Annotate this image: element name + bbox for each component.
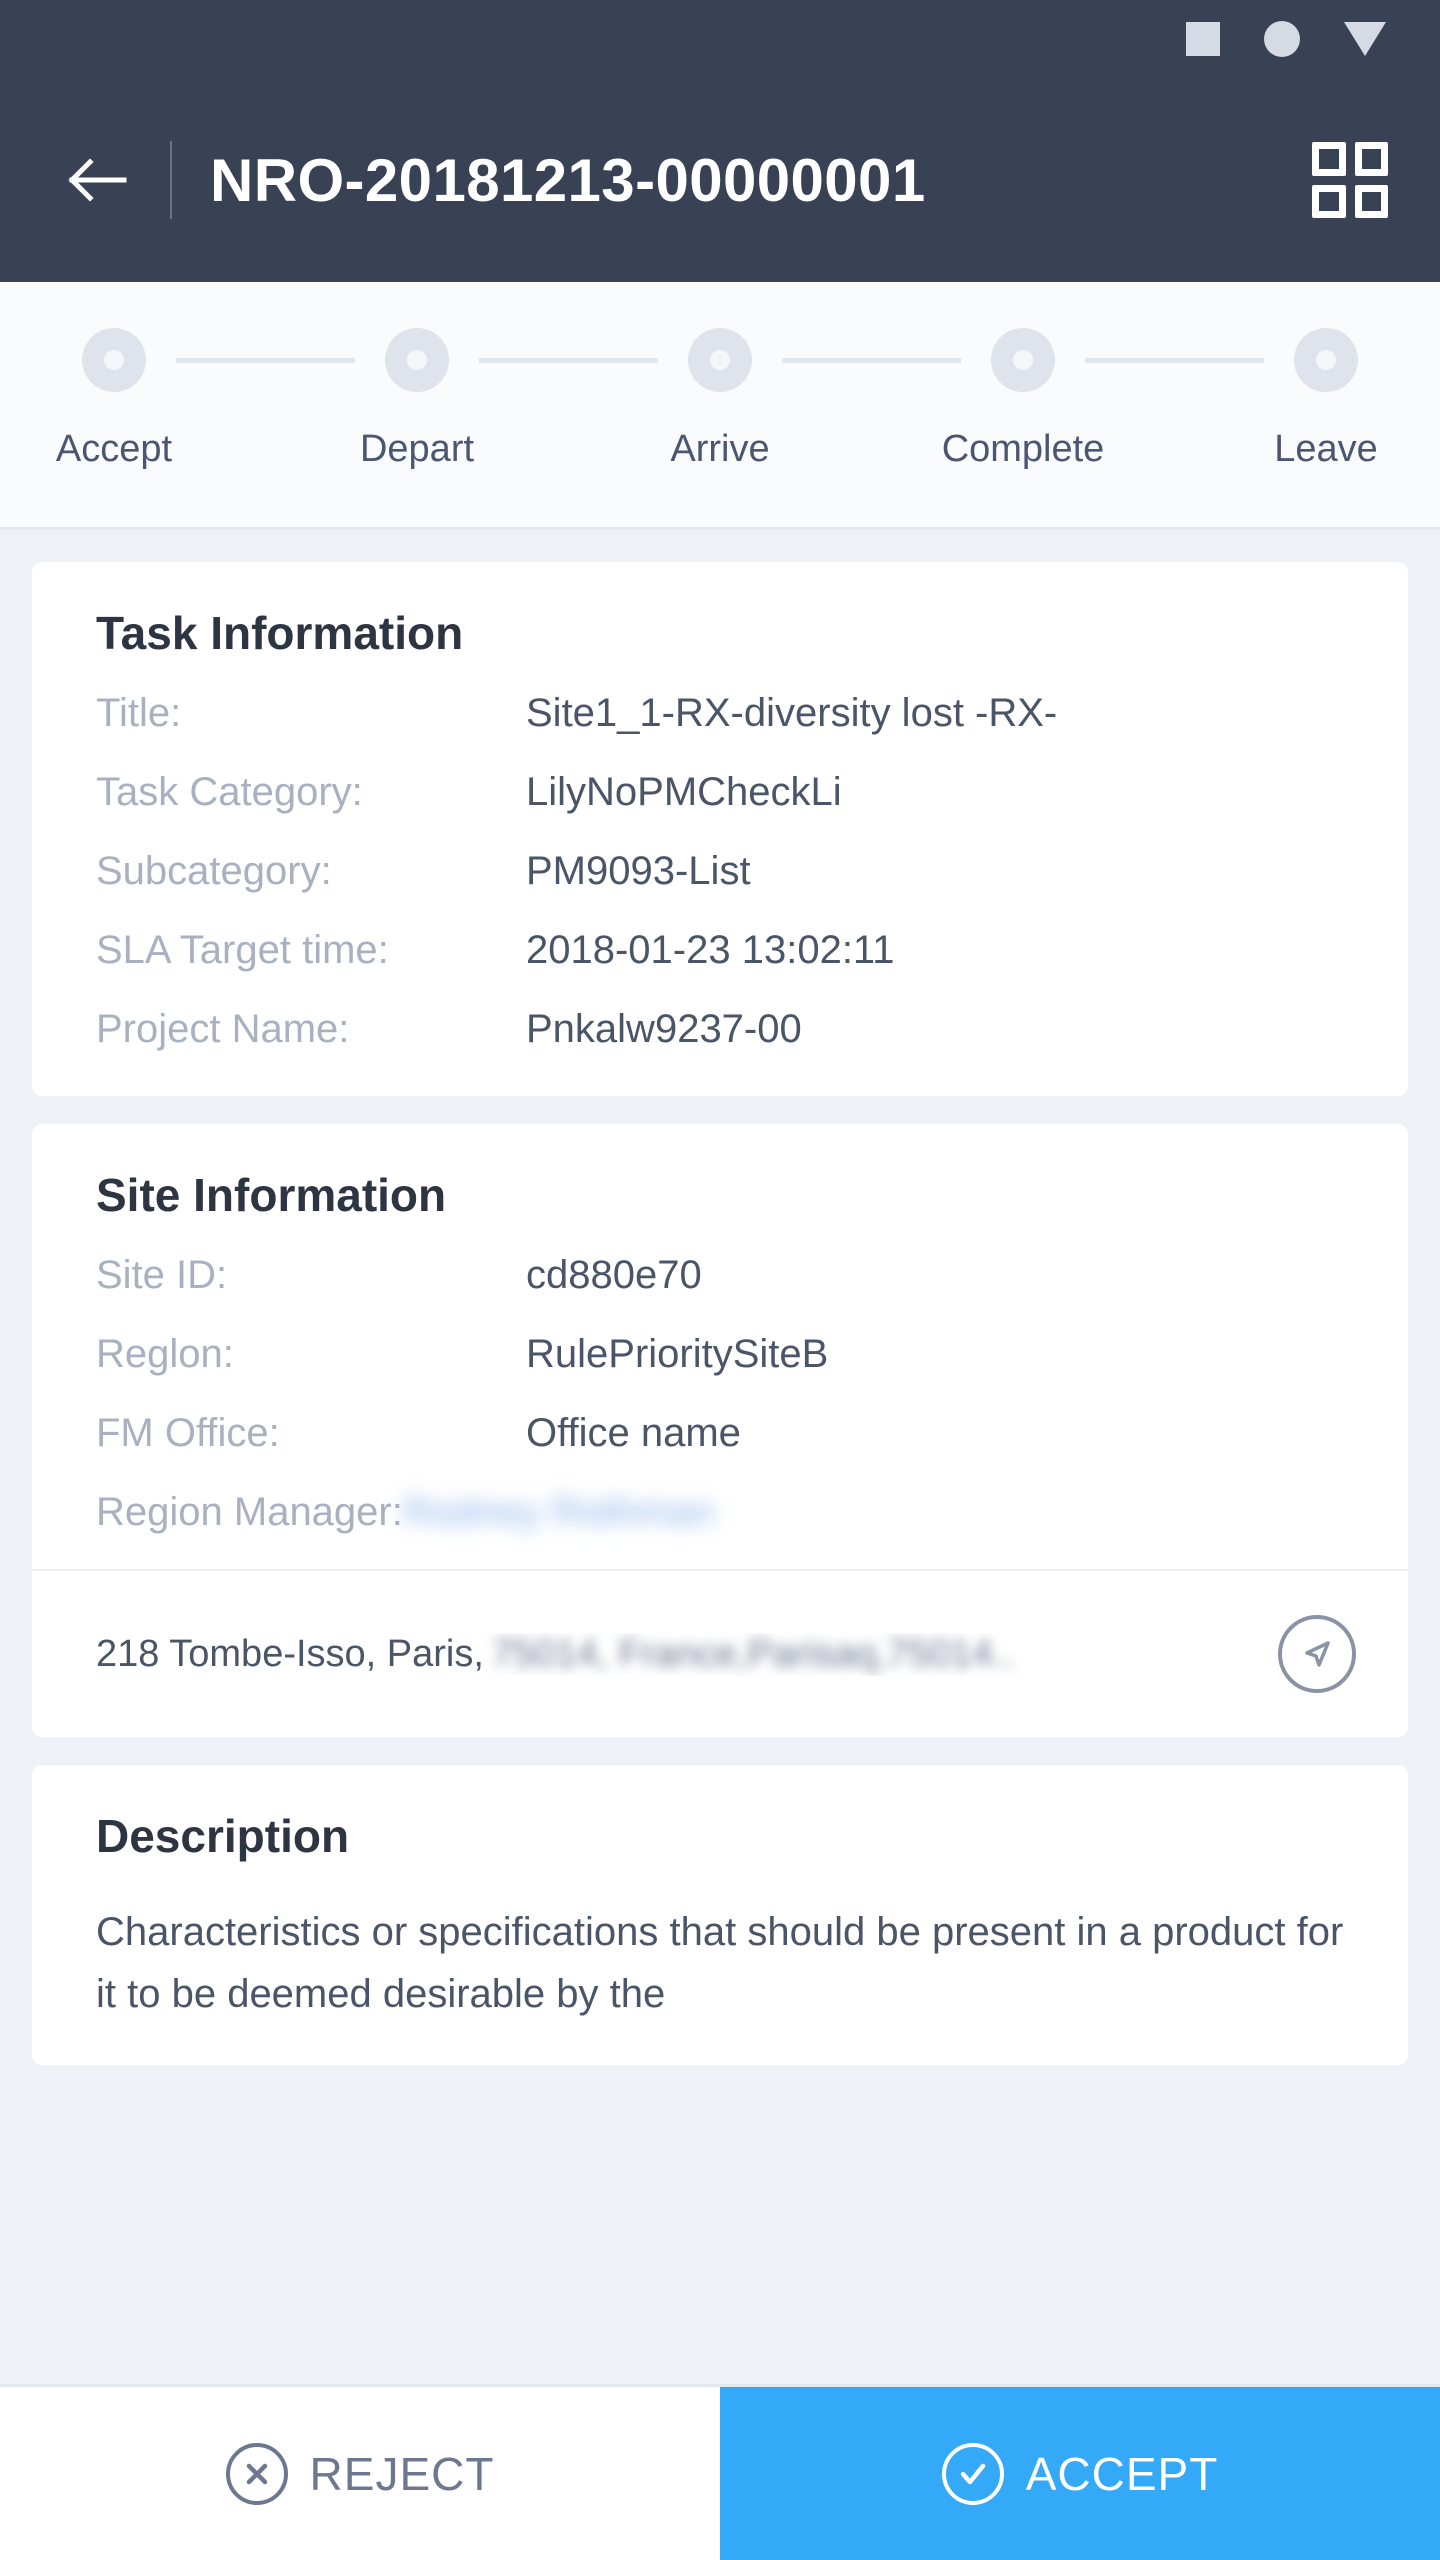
app-bar: NRO-20181213-00000001 (0, 78, 1440, 282)
grid-menu-icon[interactable] (1312, 142, 1388, 218)
step-label: Accept (55, 428, 173, 470)
status-bar (0, 0, 1440, 78)
field-value: Office name (526, 1411, 741, 1455)
field-label: Subcategory: (96, 849, 332, 893)
address-text: 218 Tombe-Isso, Paris, 75014, France,Par… (96, 1633, 1266, 1676)
step-connector (782, 358, 961, 363)
field-value: LilyNoPMCheckLi (526, 770, 842, 814)
accept-button[interactable]: ACCEPT (720, 2387, 1440, 2560)
field-value-redacted: Rodney Rothman (402, 1490, 715, 1534)
accept-label: ACCEPT (1025, 2447, 1219, 2500)
field-subcategory: Subcategory: PM9093-List (32, 832, 1408, 911)
triangle-down-icon (1344, 22, 1386, 56)
step-label: Arrive (670, 428, 770, 470)
field-label: Region Manager: (96, 1490, 403, 1534)
content-scroll-area[interactable]: Task Information Title: Site1_1-RX-diver… (0, 530, 1440, 2560)
field-region-manager: Region Manager: Rodney Rothman (32, 1473, 1408, 1569)
field-label: Site ID: (96, 1253, 228, 1297)
field-label: Reglon: (96, 1332, 234, 1376)
step-dot-icon (385, 328, 449, 392)
field-label: Project Name: (96, 1007, 350, 1051)
field-reglon: Reglon: RulePrioritySiteB (32, 1315, 1408, 1394)
task-information-card: Task Information Title: Site1_1-RX-diver… (32, 562, 1408, 1096)
step-dot-icon (1294, 328, 1358, 392)
step-leave[interactable]: Leave (1264, 328, 1388, 471)
reject-label: REJECT (309, 2447, 495, 2500)
back-arrow-icon[interactable] (60, 143, 134, 217)
stepper-row: Accept Depart Arrive Complete Leave (0, 328, 1440, 471)
step-label: Depart (359, 428, 475, 470)
circle-icon (1264, 21, 1300, 57)
grid-cell (1312, 142, 1346, 176)
step-label: Complete (941, 428, 1105, 470)
address-redacted-part: 75014, France,Parisaq,75014.. (491, 1632, 1014, 1675)
field-value: 2018-01-23 13:02:11 (526, 928, 895, 972)
card-heading: Description (96, 1810, 350, 1862)
card-heading: Site Information (96, 1169, 447, 1221)
step-dot-icon (991, 328, 1055, 392)
address-visible-part: 218 Tombe-Isso, Paris, (96, 1632, 484, 1675)
reject-button[interactable]: REJECT (0, 2387, 720, 2560)
step-arrive[interactable]: Arrive (658, 328, 782, 471)
field-label: SLA Target time: (96, 928, 389, 972)
field-value: Site1_1-RX-diversity lost -RX- (526, 691, 1058, 735)
field-site-id: Site ID: cd880e70 (32, 1236, 1408, 1315)
field-value: Pnkalw9237-00 (526, 1007, 802, 1051)
site-information-card: Site Information Site ID: cd880e70 Reglo… (32, 1124, 1408, 1569)
step-label: Leave (1274, 428, 1378, 470)
circle-x-icon (225, 2442, 288, 2505)
step-complete[interactable]: Complete (942, 328, 1104, 471)
field-title: Title: Site1_1-RX-diversity lost -RX- (32, 674, 1408, 753)
field-label: FM Office: (96, 1411, 280, 1455)
description-text: Characteristics or specifications that s… (96, 1910, 1344, 2016)
field-value: cd880e70 (526, 1253, 702, 1297)
card-heading: Task Information (96, 607, 464, 659)
square-icon (1186, 22, 1220, 56)
task-detail-screen: NRO-20181213-00000001 Accept Depart Arri… (0, 0, 1440, 2560)
appbar-divider (170, 141, 172, 219)
workflow-stepper: Accept Depart Arrive Complete Leave (0, 282, 1440, 530)
navigate-arrow-icon[interactable] (1278, 1615, 1356, 1693)
field-fm-office: FM Office: Office name (32, 1394, 1408, 1473)
field-value: PM9093-List (526, 849, 751, 893)
page-title: NRO-20181213-00000001 (210, 146, 926, 214)
step-connector (1085, 358, 1264, 363)
grid-cell (1312, 184, 1346, 218)
field-label: Title: (96, 691, 182, 735)
description-card: Description Characteristics or specifica… (32, 1765, 1408, 2065)
step-dot-icon (688, 328, 752, 392)
step-dot-icon (82, 328, 146, 392)
field-task-category: Task Category: LilyNoPMCheckLi (32, 753, 1408, 832)
circle-check-icon (941, 2442, 1004, 2505)
field-value: RulePrioritySiteB (526, 1332, 829, 1376)
field-sla-target-time: SLA Target time: 2018-01-23 13:02:11 (32, 911, 1408, 990)
step-accept[interactable]: Accept (52, 328, 176, 471)
status-bar-icons (1186, 21, 1386, 57)
site-address-card[interactable]: 218 Tombe-Isso, Paris, 75014, France,Par… (32, 1569, 1408, 1737)
address-row[interactable]: 218 Tombe-Isso, Paris, 75014, France,Par… (32, 1571, 1408, 1737)
grid-cell (1354, 184, 1388, 218)
step-connector (176, 358, 355, 363)
step-depart[interactable]: Depart (355, 328, 479, 471)
field-project-name: Project Name: Pnkalw9237-00 (32, 990, 1408, 1096)
grid-cell (1354, 142, 1388, 176)
field-label: Task Category: (96, 770, 363, 814)
bottom-action-bar: REJECT ACCEPT (0, 2384, 1440, 2560)
step-connector (479, 358, 658, 363)
